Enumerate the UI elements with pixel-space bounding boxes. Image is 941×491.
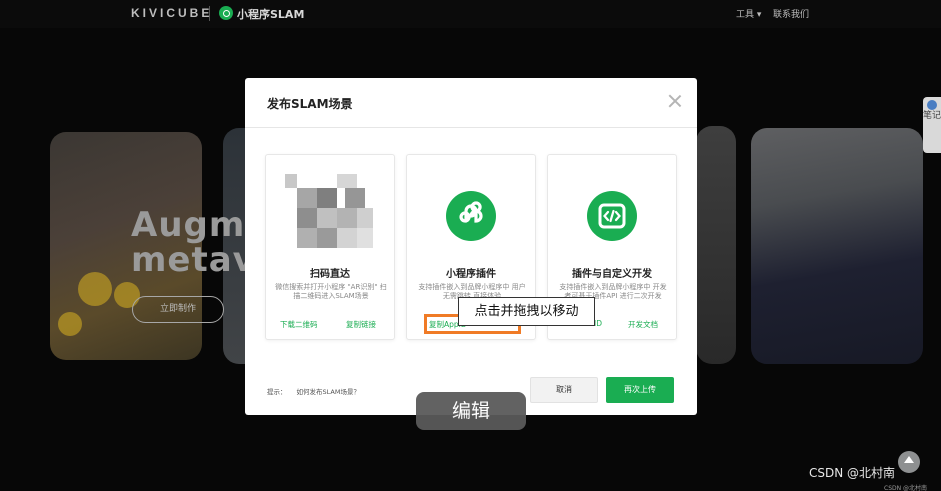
carousel-card-partial[interactable] bbox=[696, 126, 736, 364]
how-to-publish-link[interactable]: 如何发布SLAM场景？ bbox=[297, 388, 360, 396]
qr-code-icon bbox=[285, 174, 377, 256]
carousel-card-plug-and-play[interactable] bbox=[751, 128, 923, 364]
csdn-watermark-small: CSDN @北村南 bbox=[884, 485, 928, 491]
option-title: 扫码直达 bbox=[310, 269, 350, 280]
nav-tools-menu[interactable]: 工具 ▾ bbox=[736, 7, 761, 20]
option-title: 插件与自定义开发 bbox=[572, 269, 652, 280]
create-now-button[interactable]: 立即制作 bbox=[132, 296, 224, 323]
scroll-to-top-icon[interactable] bbox=[898, 451, 920, 473]
chevron-down-icon: ▾ bbox=[756, 10, 762, 20]
option-title: 小程序插件 bbox=[446, 269, 496, 280]
close-icon[interactable] bbox=[667, 93, 683, 109]
option-description: 微信搜索并打开小程序 "AR识别" 扫描二维码进入SLAM场景 bbox=[275, 283, 387, 300]
drag-tooltip[interactable]: 点击并拖拽以移动 bbox=[458, 297, 595, 326]
footer-tip: 提示： 如何发布SLAM场景？ bbox=[267, 388, 360, 396]
smiley-decoration bbox=[58, 312, 82, 336]
modal-title: 发布SLAM场景 bbox=[267, 97, 353, 111]
publish-slam-modal: 发布SLAM场景 扫码直达 微信搜索并打开小程序 "AR识别" 扫描二维码进入S… bbox=[245, 78, 697, 415]
top-navigation-bar: KIVICUBE 小程序SLAM 工具 ▾ 联系我们 bbox=[0, 0, 941, 28]
modal-divider bbox=[245, 127, 697, 128]
smiley-decoration bbox=[78, 272, 112, 306]
download-qr-link[interactable]: 下载二维码 bbox=[280, 319, 318, 330]
edit-button[interactable]: 编辑 bbox=[416, 392, 526, 430]
copy-link-link[interactable]: 复制链接 bbox=[346, 319, 376, 330]
cancel-button[interactable]: 取消 bbox=[530, 377, 598, 403]
option-scan-qr[interactable]: 扫码直达 微信搜索并打开小程序 "AR识别" 扫描二维码进入SLAM场景 下载二… bbox=[265, 154, 395, 340]
side-notes-tab[interactable]: 笔记 bbox=[923, 97, 941, 153]
reupload-button[interactable]: 再次上传 bbox=[606, 377, 674, 403]
hero-heading-line2: metav bbox=[131, 240, 256, 280]
csdn-watermark: CSDN @北村南 bbox=[809, 466, 896, 480]
mini-program-icon bbox=[446, 191, 496, 241]
dev-docs-link[interactable]: 开发文档 bbox=[628, 319, 658, 330]
brand-separator bbox=[209, 6, 210, 21]
brand-logo[interactable]: KIVICUBE bbox=[131, 6, 212, 20]
code-icon bbox=[587, 191, 637, 241]
note-icon bbox=[927, 100, 937, 110]
slam-logo-icon bbox=[219, 6, 233, 20]
plugin-id-link[interactable]: ID bbox=[594, 319, 602, 328]
nav-contact-link[interactable]: 联系我们 bbox=[773, 7, 809, 20]
product-title[interactable]: 小程序SLAM bbox=[237, 6, 304, 22]
